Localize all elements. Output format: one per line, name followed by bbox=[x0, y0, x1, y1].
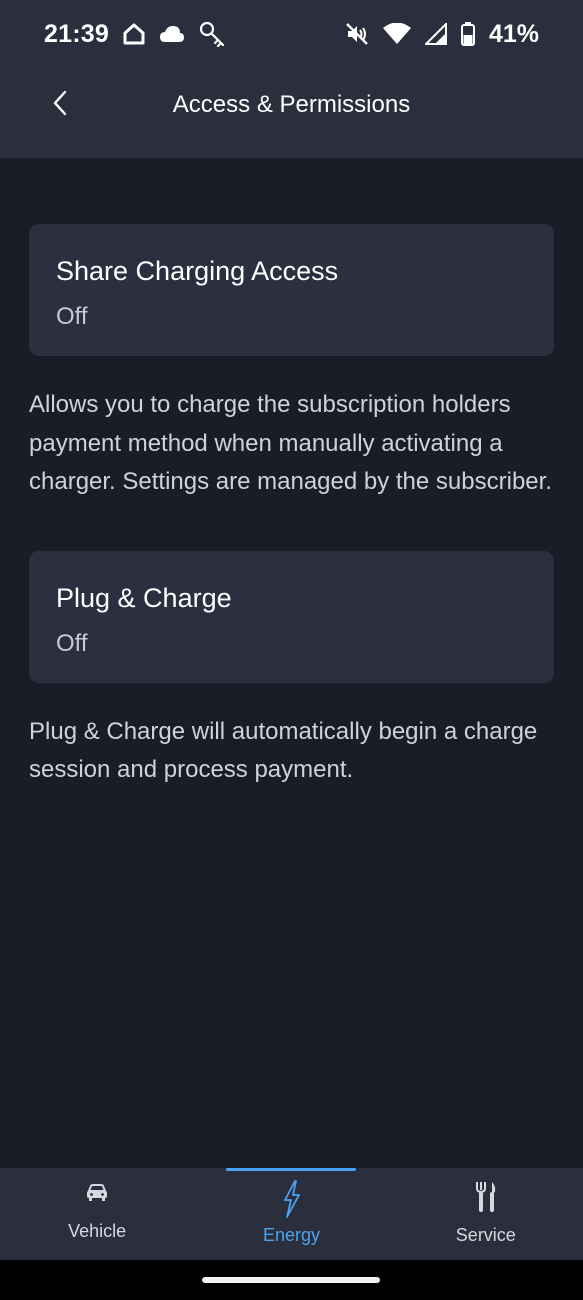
plug-charge-description: Plug & Charge will automatically begin a… bbox=[29, 717, 538, 784]
nav-vehicle[interactable]: Vehicle bbox=[0, 1168, 194, 1260]
home-icon bbox=[123, 23, 145, 45]
plug-charge-section: Plug & Charge Off Plug & Charge will aut… bbox=[29, 550, 554, 790]
share-charging-access-title: Share Charging Access bbox=[56, 256, 339, 286]
cloud-icon bbox=[159, 25, 185, 43]
nav-service[interactable]: Service bbox=[389, 1168, 583, 1260]
nav-energy[interactable]: Energy bbox=[194, 1168, 388, 1260]
back-button[interactable] bbox=[36, 86, 84, 124]
mute-icon bbox=[345, 22, 369, 46]
nav-energy-label: Energy bbox=[262, 1225, 321, 1245]
status-bar: 21:39 41% bbox=[0, 0, 583, 68]
status-time: 21:39 bbox=[44, 19, 109, 48]
plug-charge-card[interactable]: Plug & Charge Off bbox=[29, 550, 554, 683]
page-title: Access & Permissions bbox=[172, 91, 411, 118]
top-bar: 21:39 41% Access & Permissions bbox=[0, 0, 583, 158]
battery-percent: 41% bbox=[488, 19, 539, 48]
settings-content: Share Charging Access Off Allows you to … bbox=[29, 224, 554, 790]
share-charging-access-description: Allows you to charge the subscription ho… bbox=[29, 391, 552, 495]
wifi-icon bbox=[382, 23, 411, 45]
nav-service-label: Service bbox=[455, 1225, 516, 1245]
app-header: Access & Permissions bbox=[0, 68, 583, 158]
tools-icon bbox=[473, 1180, 499, 1219]
share-charging-access-card[interactable]: Share Charging Access Off bbox=[29, 224, 554, 356]
signal-icon bbox=[424, 23, 447, 45]
bottom-nav: Vehicle Energy Service bbox=[0, 1168, 583, 1260]
plug-charge-title: Plug & Charge bbox=[56, 582, 232, 613]
status-left: 21:39 bbox=[44, 20, 225, 49]
car-icon bbox=[84, 1180, 110, 1211]
lightning-icon bbox=[280, 1180, 302, 1223]
nav-vehicle-label: Vehicle bbox=[68, 1221, 127, 1241]
status-right: 41% bbox=[345, 20, 539, 49]
key-icon bbox=[199, 21, 225, 47]
battery-icon bbox=[460, 22, 475, 46]
share-charging-access-value: Off bbox=[56, 303, 88, 330]
screen: 21:39 41% Access & Permissions Share Cha… bbox=[0, 0, 583, 1300]
chevron-left-icon bbox=[52, 90, 68, 121]
home-gesture-bar[interactable] bbox=[202, 1277, 380, 1283]
plug-charge-value: Off bbox=[56, 629, 88, 657]
active-tab-indicator bbox=[226, 1168, 357, 1171]
gesture-area bbox=[0, 1260, 583, 1300]
